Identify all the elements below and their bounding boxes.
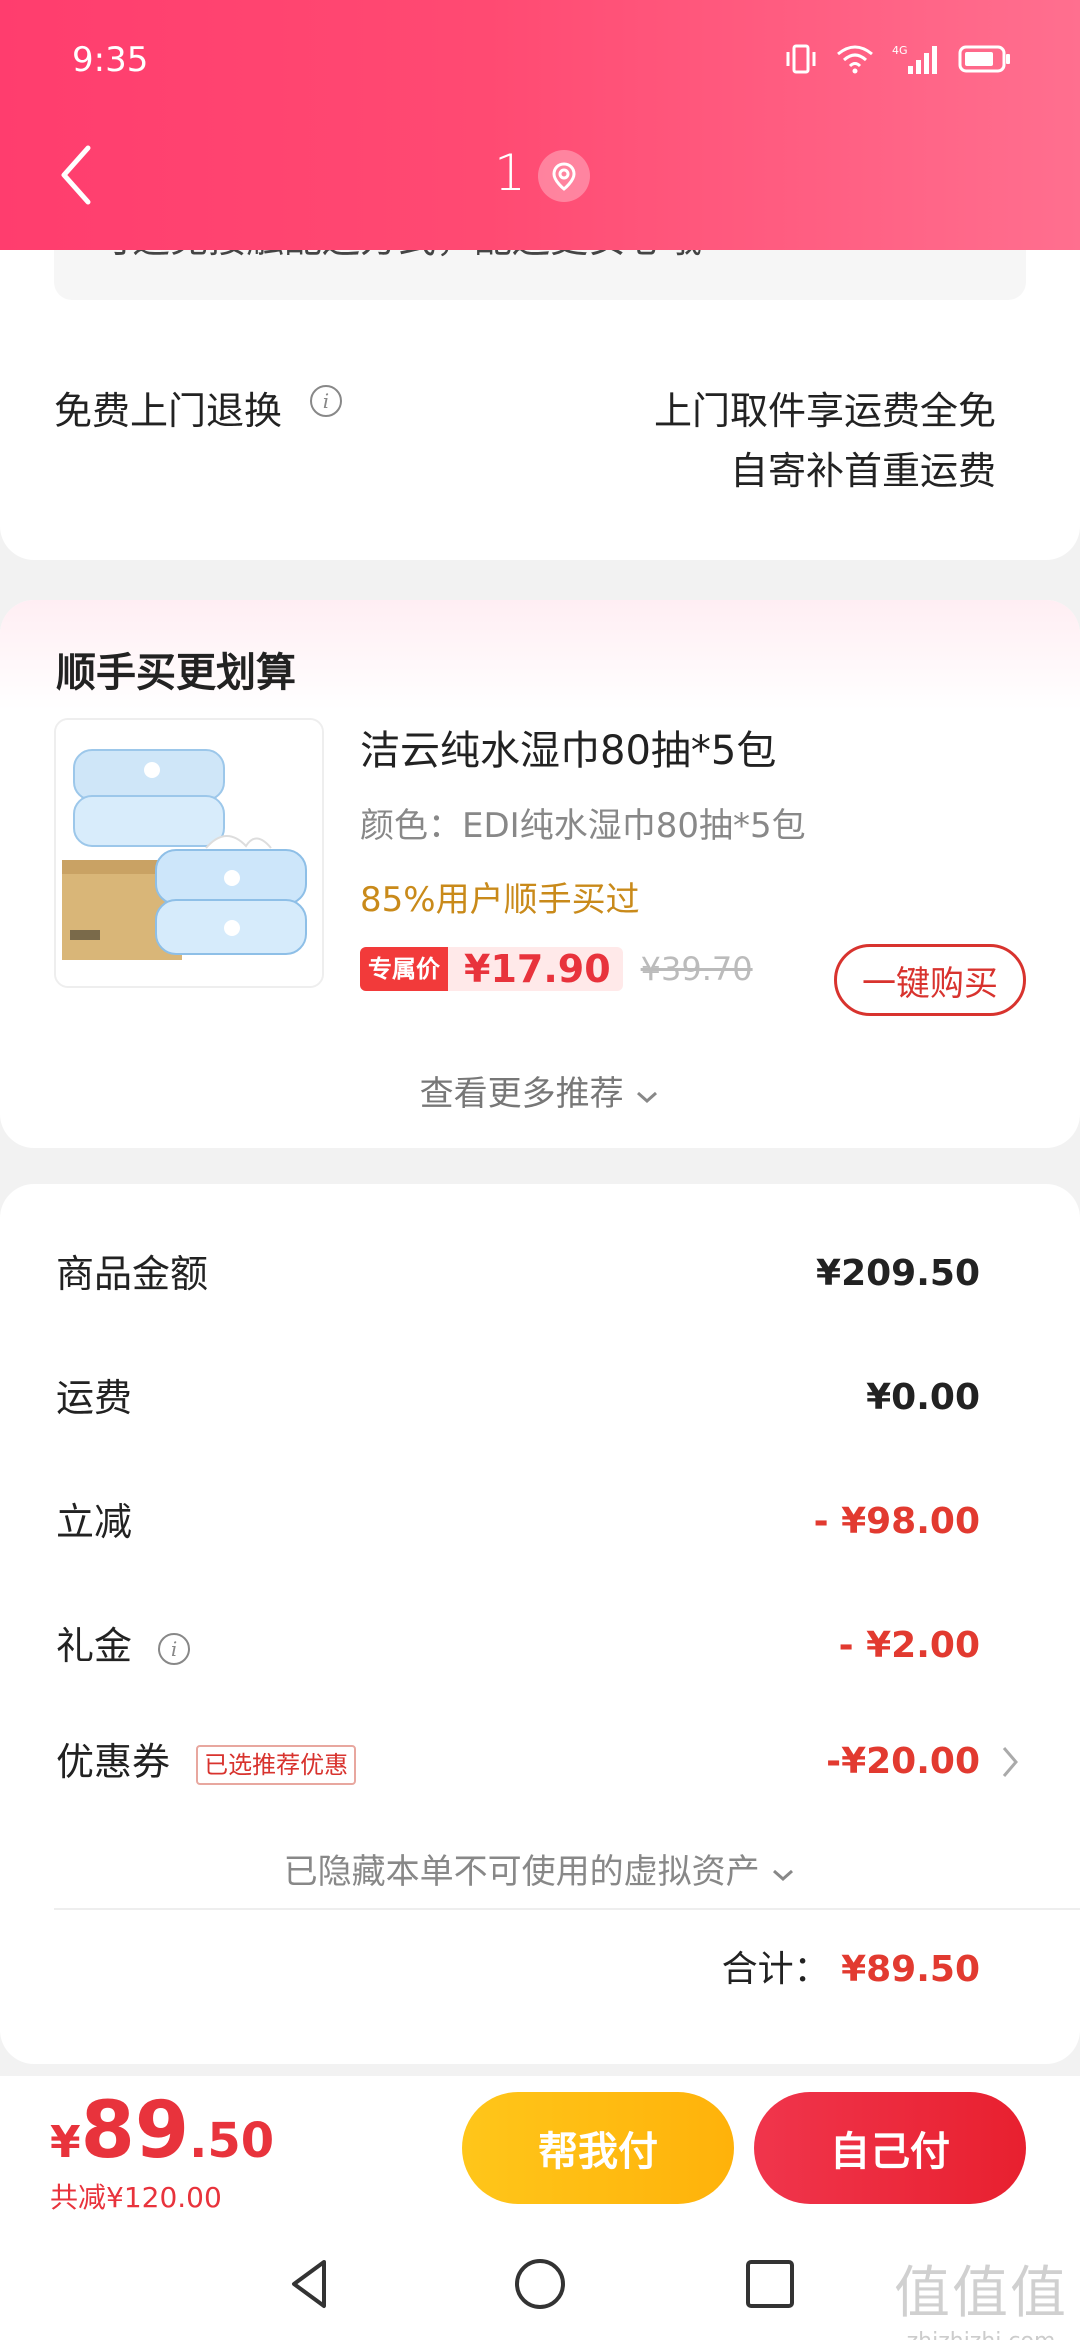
one-click-buy-button[interactable]: 一键购买	[834, 944, 1026, 1016]
chevron-left-icon	[61, 145, 91, 205]
info-icon[interactable]: i	[158, 1632, 191, 1665]
coupon-recommended-tag: 已选推荐优惠	[196, 1744, 357, 1785]
chevron-down-icon	[773, 1869, 794, 1882]
discount-label: 立减	[56, 1500, 133, 1544]
pay-myself-button[interactable]: 自己付	[754, 2092, 1026, 2204]
discount-value: - ¥98.00	[813, 1501, 980, 1542]
chevron-right-icon	[1002, 1747, 1018, 1777]
summary-row-gift: 礼金 i - ¥2.00	[56, 1616, 1080, 1676]
pay-currency: ¥	[50, 2117, 81, 2168]
coupon-value: -¥20.00	[826, 1741, 980, 1782]
summary-row-shipping: 运费 ¥0.00	[56, 1368, 1080, 1428]
page-title: 1	[494, 144, 526, 202]
status-time: 9:35	[72, 40, 149, 80]
system-home-button[interactable]	[510, 2254, 570, 2314]
triangle-back-icon	[292, 2260, 326, 2308]
location-pin-icon	[552, 162, 576, 191]
watermark: 值值值 zhizhizhi.com	[894, 2248, 1068, 2340]
product-price: ¥17.90	[448, 947, 623, 991]
order-summary-card: 商品金额 ¥209.50 运费 ¥0.00 立减 - ¥98.00 礼金 i -…	[0, 1184, 1080, 2064]
product-variant: 颜色：EDI纯水湿巾80抽*5包	[360, 806, 806, 846]
gift-value: - ¥2.00	[838, 1625, 980, 1666]
summary-row-goods: 商品金额 ¥209.50	[56, 1244, 1080, 1304]
battery-icon	[958, 44, 1012, 74]
product-image[interactable]	[54, 718, 324, 988]
pay-amount-decimal: .50	[189, 2113, 275, 2169]
shipping-label: 运费	[56, 1376, 133, 1420]
total-value: ¥89.50	[841, 1949, 980, 1990]
shipping-value: ¥0.00	[866, 1377, 980, 1418]
square-recents-icon	[746, 2260, 794, 2308]
watermark-url: zhizhizhi.com	[894, 2329, 1068, 2340]
svg-text:4G: 4G	[892, 44, 908, 57]
gift-label: 礼金 i	[56, 1616, 191, 1676]
wifi-icon	[836, 44, 874, 74]
divider	[54, 1908, 1080, 1910]
exclusive-price-tag: 专属价	[360, 947, 448, 991]
pay-amount-integer: 89	[80, 2086, 190, 2176]
total-label: 合计：	[721, 1949, 830, 1990]
total-saved: 共减¥120.00	[50, 2181, 222, 2214]
checkout-bar: ¥89.50 共减¥120.00 帮我付 自己付	[0, 2076, 1080, 2224]
status-bar: 9:35 4G	[0, 36, 1080, 86]
total-row: 合计： ¥89.50	[722, 1940, 980, 1992]
back-button[interactable]	[56, 140, 106, 210]
product-original-price: ¥39.70	[640, 950, 753, 988]
coupon-label-text: 优惠券	[56, 1740, 171, 1784]
hidden-assets-label: 已隐藏本单不可使用的虚拟资产	[283, 1852, 760, 1892]
goods-amount-label: 商品金额	[56, 1252, 209, 1296]
location-button[interactable]	[538, 150, 590, 202]
more-recommend-label: 查看更多推荐	[419, 1074, 624, 1114]
free-return-label: 免费上门退换	[54, 389, 283, 433]
help-me-pay-button[interactable]: 帮我付	[462, 2092, 734, 2204]
product-price-row: 专属价 ¥17.90 ¥39.70	[360, 944, 753, 994]
coupon-label: 优惠券 已选推荐优惠	[56, 1732, 357, 1792]
system-back-button[interactable]	[280, 2254, 340, 2314]
summary-row-discount: 立减 - ¥98.00	[56, 1492, 1080, 1552]
watermark-logo: 值值值	[894, 2261, 1068, 2326]
pay-amount: ¥89.50	[50, 2086, 274, 2176]
wet-wipes-image	[56, 720, 322, 986]
system-recents-button[interactable]	[740, 2254, 800, 2314]
system-nav-bar: 值值值 zhizhizhi.com	[0, 2224, 1080, 2340]
gift-label-text: 礼金	[56, 1624, 133, 1668]
more-recommend-link[interactable]: 查看更多推荐	[0, 1066, 1080, 1115]
recommend-card: 顺手买更划算 洁云纯水湿巾80抽*5包 颜色：EDI纯水湿巾80抽*5包 85%…	[0, 600, 1080, 1148]
product-bought-rate: 85%用户顺手买过	[360, 880, 640, 920]
goods-amount-value: ¥209.50	[816, 1253, 980, 1294]
chevron-down-icon	[637, 1091, 658, 1104]
nav-row: 1	[0, 140, 1080, 210]
vibrate-icon	[784, 42, 818, 76]
product-name[interactable]: 洁云纯水湿巾80抽*5包	[360, 718, 776, 776]
return-self-ship-text: 自寄补首重运费	[729, 449, 996, 493]
hidden-assets-toggle[interactable]: 已隐藏本单不可使用的虚拟资产	[0, 1844, 1080, 1893]
status-icons: 4G	[784, 42, 1012, 76]
recommend-title: 顺手买更划算	[56, 650, 296, 696]
return-pickup-text: 上门取件享运费全免	[653, 389, 996, 433]
info-icon[interactable]: i	[310, 385, 342, 417]
header: 9:35 4G 1	[0, 0, 1080, 250]
summary-row-coupon[interactable]: 优惠券 已选推荐优惠 -¥20.00	[56, 1732, 1080, 1792]
circle-home-icon	[515, 2259, 565, 2309]
signal-icon: 4G	[892, 42, 940, 76]
